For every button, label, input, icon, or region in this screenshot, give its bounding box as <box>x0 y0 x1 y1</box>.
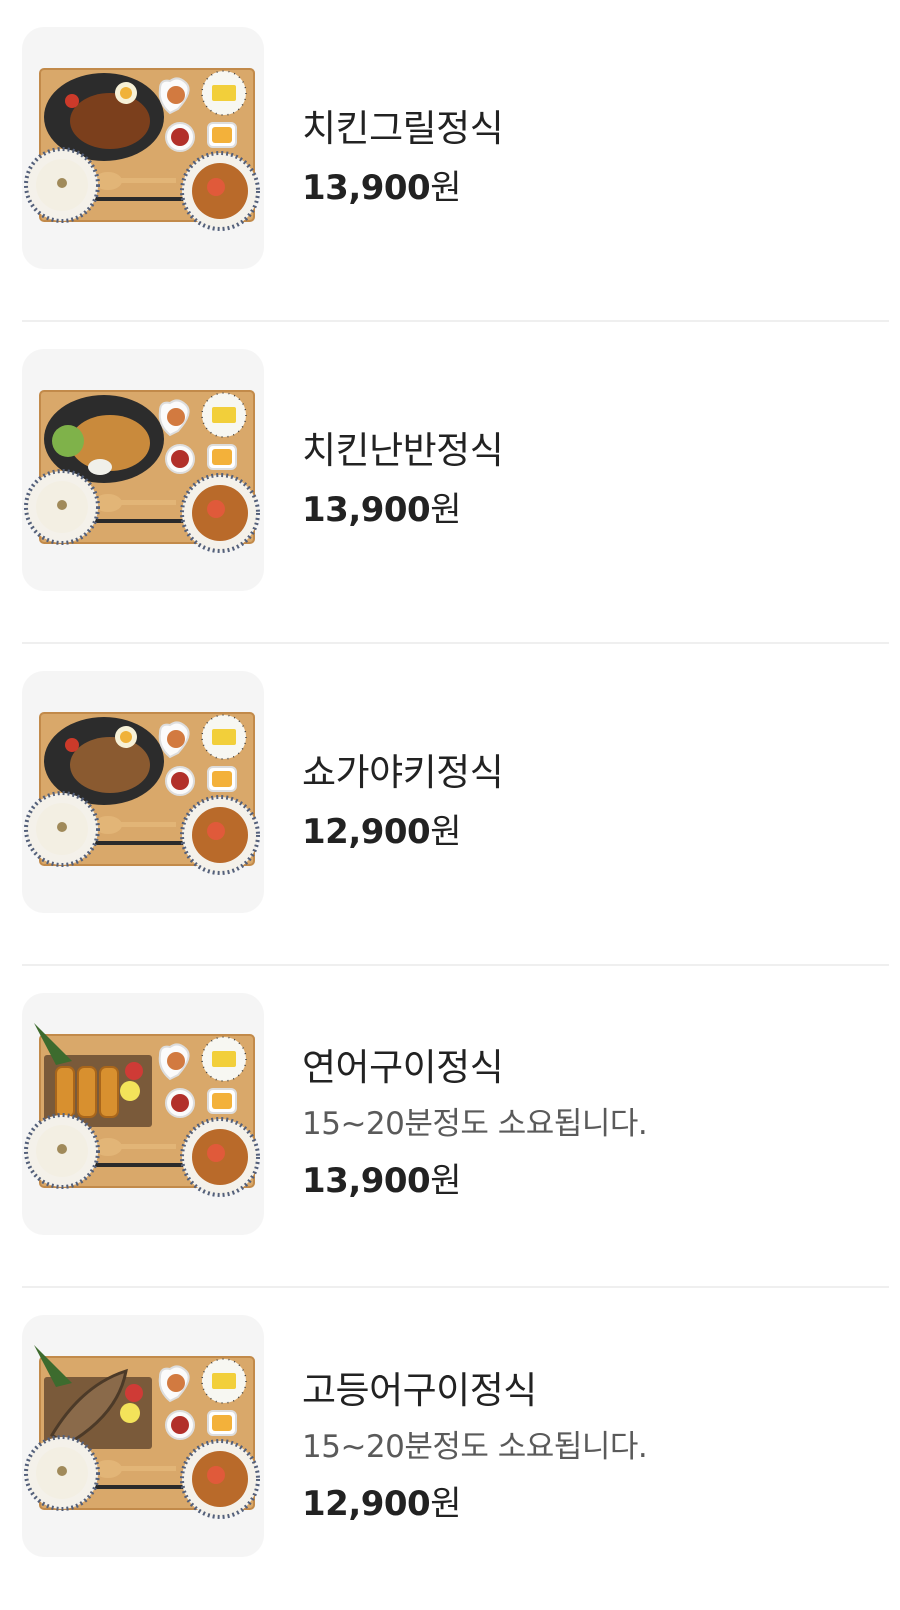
pudding <box>212 771 232 787</box>
chopsticks <box>92 841 192 845</box>
price-currency: 원 <box>430 1484 461 1524</box>
menu-item-name: 고등어구이정식 <box>302 1369 537 1412</box>
spoon-handle <box>120 1466 176 1471</box>
side-dish <box>167 1374 185 1392</box>
tomato <box>65 94 79 108</box>
menu-item-info: 연어구이정식 15~20분정도 소요됩니다. 13,900원 <box>302 966 879 1286</box>
rolled-omelette <box>212 1051 236 1067</box>
price-value: 12,900 <box>302 812 431 852</box>
menu-item-description: 15~20분정도 소요됩니다. <box>302 1429 648 1465</box>
kimchi <box>171 450 189 468</box>
rolled-omelette <box>212 407 236 423</box>
main-dish <box>70 737 150 793</box>
menu-item[interactable]: 치킨난반정식 13,900원 <box>22 322 889 644</box>
price-value: 13,900 <box>302 168 431 208</box>
chicken-grill-set-image <box>22 27 264 269</box>
main-dish <box>70 93 150 149</box>
price-currency: 원 <box>430 168 461 208</box>
spoon-handle <box>120 822 176 827</box>
grilled-salmon-set-image <box>22 993 264 1235</box>
menu-item-price: 13,900원 <box>302 1158 879 1204</box>
menu-item[interactable]: 연어구이정식 15~20분정도 소요됩니다. 13,900원 <box>22 966 889 1288</box>
tomato <box>65 738 79 752</box>
egg-yolk <box>120 87 132 99</box>
menu-item[interactable]: 쇼가야키정식 12,900원 <box>22 644 889 966</box>
pudding <box>212 449 232 465</box>
crab-leg <box>207 1466 225 1484</box>
furikake <box>57 1466 67 1476</box>
menu-item-info: 쇼가야키정식 12,900원 <box>302 644 879 964</box>
spoon-handle <box>120 1144 176 1149</box>
chicken-nanban-set-image <box>22 349 264 591</box>
price-currency: 원 <box>430 490 461 530</box>
menu-item-name: 연어구이정식 <box>302 1046 504 1089</box>
menu-item-price: 13,900원 <box>302 165 879 211</box>
pudding <box>212 1415 232 1431</box>
spoon-handle <box>120 178 176 183</box>
pickled-ginger <box>125 1384 143 1402</box>
price-value: 13,900 <box>302 490 431 530</box>
chopsticks <box>92 1485 192 1489</box>
menu-item-name: 치킨난반정식 <box>302 429 504 472</box>
menu-item-info: 치킨그릴정식 13,900원 <box>302 0 879 320</box>
spoon-handle <box>120 500 176 505</box>
side-dish <box>167 408 185 426</box>
furikake <box>57 500 67 510</box>
menu-list: 치킨그릴정식 13,900원 치킨난반정식 13,900원 쇼가야키정식 12,… <box>22 0 889 1562</box>
kimchi <box>171 1416 189 1434</box>
chopsticks <box>92 1163 192 1167</box>
price-currency: 원 <box>430 812 461 852</box>
salmon-piece <box>55 1066 75 1118</box>
crab-leg <box>207 822 225 840</box>
kimchi <box>171 1094 189 1112</box>
rolled-omelette <box>212 729 236 745</box>
pudding <box>212 1093 232 1109</box>
menu-item-price: 12,900원 <box>302 1481 879 1527</box>
grilled-mackerel-set-image <box>22 1315 264 1557</box>
menu-item-price: 12,900원 <box>302 809 879 855</box>
side-dish <box>167 730 185 748</box>
crab-leg <box>207 178 225 196</box>
chopsticks <box>92 519 192 523</box>
menu-item-description: 15~20분정도 소요됩니다. <box>302 1106 648 1142</box>
lemon-slice <box>120 1403 140 1423</box>
furikake <box>57 178 67 188</box>
price-value: 13,900 <box>302 1161 431 1201</box>
pudding <box>212 127 232 143</box>
side-dish <box>167 1052 185 1070</box>
price-value: 12,900 <box>302 1484 431 1524</box>
menu-item-info: 치킨난반정식 13,900원 <box>302 322 879 642</box>
crab-leg <box>207 500 225 518</box>
salmon-piece <box>99 1066 119 1118</box>
menu-item[interactable]: 치킨그릴정식 13,900원 <box>22 0 889 322</box>
kimchi <box>171 772 189 790</box>
salad <box>52 425 84 457</box>
rolled-omelette <box>212 85 236 101</box>
lemon-slice <box>120 1081 140 1101</box>
shogayaki-set-image <box>22 671 264 913</box>
chopsticks <box>92 197 192 201</box>
menu-item-name: 치킨그릴정식 <box>302 107 504 150</box>
crab-leg <box>207 1144 225 1162</box>
rolled-omelette <box>212 1373 236 1389</box>
side-dish <box>167 86 185 104</box>
price-currency: 원 <box>430 1161 461 1201</box>
furikake <box>57 822 67 832</box>
menu-item-price: 13,900원 <box>302 487 879 533</box>
kimchi <box>171 128 189 146</box>
salmon-piece <box>77 1066 97 1118</box>
furikake <box>57 1144 67 1154</box>
tartar-sauce <box>88 459 112 475</box>
pickled-ginger <box>125 1062 143 1080</box>
menu-item-name: 쇼가야키정식 <box>302 751 504 794</box>
egg-yolk <box>120 731 132 743</box>
